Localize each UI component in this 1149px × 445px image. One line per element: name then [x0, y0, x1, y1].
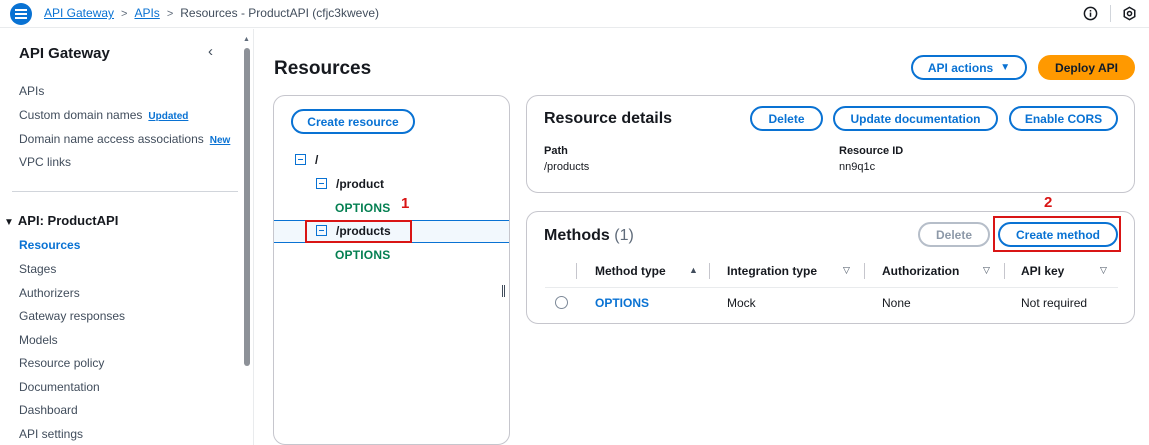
sidebar-scrollbar[interactable] — [244, 48, 250, 366]
sidebar-item-documentation[interactable]: Documentation — [19, 380, 100, 394]
column-header-authorization[interactable]: Authorization — [882, 264, 959, 278]
sidebar-item-apis[interactable]: APIs — [19, 84, 44, 98]
path-value: /products — [544, 161, 590, 173]
api-key-value: Not required — [1021, 296, 1088, 310]
sort-icon[interactable]: ▽ — [843, 265, 850, 276]
method-link-options[interactable]: OPTIONS — [595, 296, 649, 310]
create-resource-button[interactable]: Create resource — [291, 109, 415, 134]
info-icon[interactable] — [1082, 5, 1098, 21]
sort-icon[interactable]: ▽ — [983, 265, 990, 276]
breadcrumb-api-gateway[interactable]: API Gateway — [44, 6, 114, 20]
authorization-value: None — [882, 296, 911, 310]
delete-method-button[interactable]: Delete — [918, 222, 990, 247]
annotation-number-1: 1 — [401, 195, 410, 212]
sidebar-item-gateway-responses[interactable]: Gateway responses — [19, 309, 125, 323]
sidebar-item-label: Resource policy — [19, 356, 105, 370]
breadcrumb: API Gateway > APIs > Resources - ProductAPI … — [44, 6, 379, 20]
integration-type-value: Mock — [727, 296, 756, 310]
resource-id-value: nn9q1c — [839, 161, 876, 173]
column-header-api-key[interactable]: API key — [1021, 264, 1064, 278]
page-title: Resources — [274, 58, 372, 79]
sidebar-item-vpc-links[interactable]: VPC links — [19, 155, 71, 169]
sidebar-section-api[interactable]: ▼ API: ProductAPI — [4, 213, 118, 228]
scroll-up-icon[interactable]: ▲ — [243, 36, 250, 43]
chevron-left-icon[interactable]: ‹ — [208, 43, 213, 60]
collapse-icon[interactable] — [316, 178, 327, 189]
new-badge: New — [209, 135, 231, 146]
annotation-number-2: 2 — [1044, 194, 1053, 211]
sidebar-item-models[interactable]: Models — [19, 333, 58, 347]
sidebar-item-label: APIs — [19, 84, 45, 98]
sidebar-item-custom-domain-names[interactable]: Custom domain names Updated — [19, 108, 188, 122]
gear-icon[interactable] — [1121, 5, 1137, 21]
toolbar-divider — [1110, 5, 1111, 22]
column-header-method-type[interactable]: Method type — [595, 264, 666, 278]
api-actions-label: API actions — [927, 60, 994, 75]
sidebar-item-api-settings[interactable]: API settings — [19, 427, 83, 441]
sidebar-item-label: API settings — [19, 427, 84, 441]
methods-count: (1) — [614, 227, 634, 244]
updated-badge: Updated — [148, 111, 189, 122]
resource-tree-panel — [273, 95, 510, 445]
sidebar-item-domain-name-access-associations[interactable]: Domain name access associations New — [19, 132, 230, 146]
sidebar-item-label: Gateway responses — [19, 309, 126, 323]
collapse-icon[interactable] — [295, 154, 306, 165]
tree-method-options[interactable]: OPTIONS — [335, 201, 390, 215]
sidebar-item-label: Custom domain names — [19, 108, 143, 122]
breadcrumb-current: Resources - ProductAPI (cfjc3kweve) — [180, 6, 379, 20]
sidebar-item-label: Models — [19, 333, 58, 347]
sidebar-title: API Gateway — [19, 45, 110, 62]
sidebar-item-resource-policy[interactable]: Resource policy — [19, 356, 104, 370]
column-separator — [1004, 263, 1005, 279]
chevron-right-icon: > — [166, 8, 174, 20]
sidebar-item-stages[interactable]: Stages — [19, 262, 56, 276]
caret-down-icon: ▼ — [4, 217, 14, 228]
methods-title: Methods (1) — [544, 227, 634, 245]
sidebar-item-label: Resources — [19, 238, 81, 252]
column-separator — [864, 263, 865, 279]
sidebar-item-label: Stages — [19, 262, 57, 276]
sidebar: API Gateway ‹ APIs Custom domain names Up… — [0, 29, 240, 445]
sidebar-item-label: Domain name access associations — [19, 132, 204, 146]
annotation-box-1 — [305, 220, 412, 243]
path-label: Path — [544, 145, 568, 157]
sidebar-item-dashboard[interactable]: Dashboard — [19, 403, 78, 417]
sidebar-item-label: Dashboard — [19, 403, 78, 417]
breadcrumb-apis[interactable]: APIs — [134, 6, 159, 20]
annotation-box-2 — [993, 216, 1121, 252]
sort-icon[interactable]: ▽ — [1100, 265, 1107, 276]
row-select-radio[interactable] — [555, 296, 568, 309]
update-documentation-button[interactable]: Update documentation — [833, 106, 998, 131]
sidebar-item-authorizers[interactable]: Authorizers — [19, 286, 80, 300]
tree-node-root[interactable]: / — [315, 153, 318, 167]
caret-down-icon: ▼ — [1000, 62, 1011, 73]
column-header-integration-type[interactable]: Integration type — [727, 264, 817, 278]
resize-handle-icon[interactable] — [502, 285, 505, 297]
deploy-api-button[interactable]: Deploy API — [1038, 55, 1135, 80]
tree-node-product[interactable]: /product — [336, 177, 384, 191]
main-divider — [253, 29, 254, 445]
top-navigation-bar: API Gateway > APIs > Resources - ProductAPI … — [0, 0, 1149, 28]
delete-resource-button[interactable]: Delete — [750, 106, 823, 131]
hamburger-icon[interactable] — [10, 3, 32, 25]
sidebar-item-label: Authorizers — [19, 286, 80, 300]
tree-method-options[interactable]: OPTIONS — [335, 248, 390, 262]
sort-ascending-icon[interactable]: ▲ — [689, 265, 698, 275]
sidebar-item-label: Documentation — [19, 380, 100, 394]
sidebar-section-label: API: ProductAPI — [17, 213, 119, 228]
chevron-right-icon: > — [121, 8, 128, 20]
column-separator — [576, 263, 577, 279]
resource-details-title: Resource details — [544, 110, 673, 127]
resource-id-label: Resource ID — [839, 145, 904, 157]
methods-title-label: Methods — [544, 227, 610, 244]
table-header-divider — [545, 287, 1118, 288]
sidebar-divider — [12, 191, 238, 192]
column-separator — [709, 263, 710, 279]
api-actions-button[interactable]: API actions ▼ — [911, 55, 1027, 80]
sidebar-item-resources[interactable]: Resources — [19, 238, 80, 252]
enable-cors-button[interactable]: Enable CORS — [1009, 106, 1118, 131]
sidebar-item-label: VPC links — [19, 155, 72, 169]
